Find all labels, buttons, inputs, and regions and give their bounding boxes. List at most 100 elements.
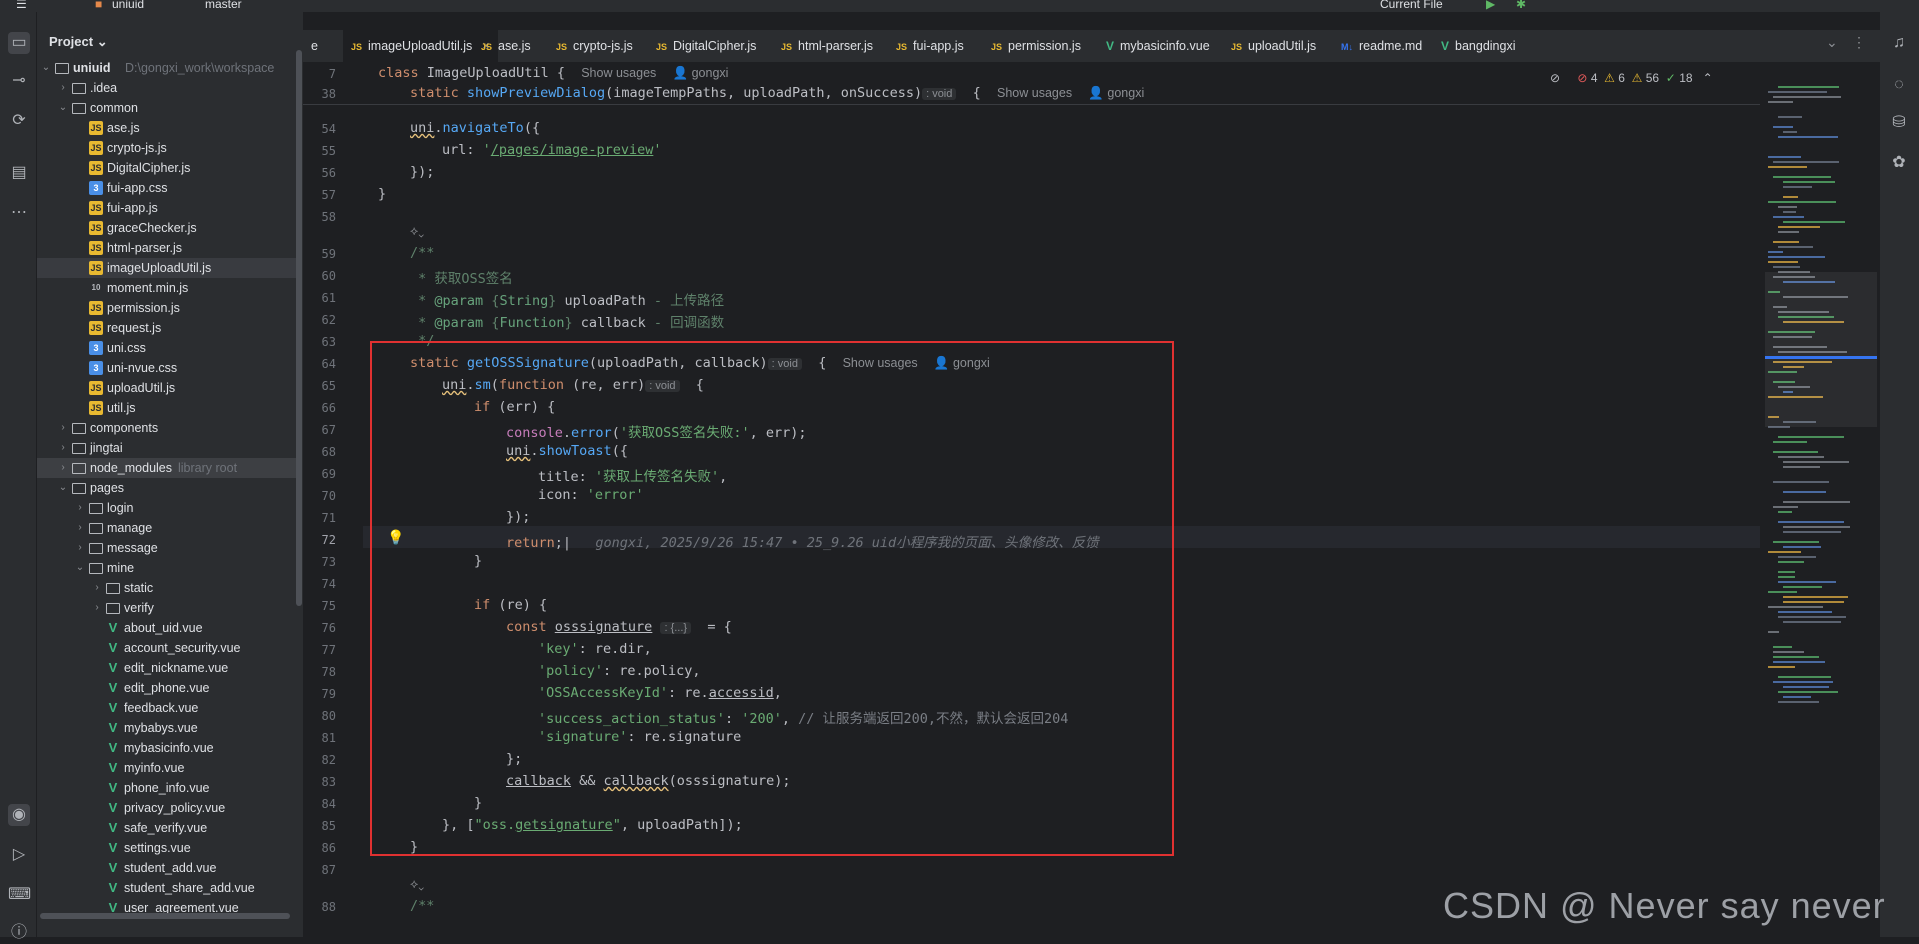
tree-item[interactable]: › jingtai <box>37 438 299 458</box>
tab-mybasicinfo-vue[interactable]: Vmybasicinfo.vue <box>1098 30 1218 62</box>
tree-item[interactable]: › login <box>37 498 299 518</box>
tree-item[interactable]: JS imageUploadUtil.js <box>37 258 299 278</box>
chevron-down-icon[interactable]: ⌄ <box>58 98 68 118</box>
more-icon[interactable]: ⋯ <box>8 202 30 224</box>
tree-item[interactable]: JS util.js <box>37 398 299 418</box>
chevron-right-icon[interactable]: › <box>75 498 85 518</box>
run-icon[interactable]: ▶ <box>1486 0 1495 11</box>
tree-item[interactable]: Vstudent_share_add.vue <box>37 878 299 898</box>
tab-html-parser-js[interactable]: JS html-parser.js <box>773 30 881 62</box>
tree-item[interactable]: JS request.js <box>37 318 299 338</box>
tree-item[interactable]: JS DigitalCipher.js <box>37 158 299 178</box>
tree-item[interactable]: Vabout_uid.vue <box>37 618 299 638</box>
chevron-right-icon[interactable]: › <box>58 438 68 458</box>
tree-item[interactable]: 3 uni-nvue.css <box>37 358 299 378</box>
tab-ase-js[interactable]: JS ase.js <box>473 30 539 62</box>
tree-item[interactable]: JS uploadUtil.js <box>37 378 299 398</box>
chevron-right-icon[interactable]: › <box>58 418 68 438</box>
tab-digitalcipher-js[interactable]: JS DigitalCipher.js <box>648 30 764 62</box>
tree-item[interactable]: ⌄ uniuid D:\gongxi_work\workspace <box>37 58 299 78</box>
services-icon[interactable]: ▷ <box>8 844 30 866</box>
tree-item[interactable]: Vfeedback.vue <box>37 698 299 718</box>
project-panel-title[interactable]: Project ⌄ <box>49 34 108 50</box>
chevron-right-icon[interactable]: › <box>92 578 102 598</box>
reader-mode-icon[interactable]: ⊘ <box>1550 71 1560 85</box>
tree-item[interactable]: › message <box>37 538 299 558</box>
tree-item[interactable]: Vsafe_verify.vue <box>37 818 299 838</box>
chevron-up-icon[interactable]: ⌃ <box>1703 71 1713 85</box>
debug-icon[interactable]: ✱ <box>1516 0 1526 11</box>
tree-item[interactable]: Vedit_phone.vue <box>37 678 299 698</box>
tree-item[interactable]: Vphone_info.vue <box>37 778 299 798</box>
tree-item[interactable]: Vmybabys.vue <box>37 718 299 738</box>
tab-permission-js[interactable]: JS permission.js <box>983 30 1089 62</box>
tree-item[interactable]: › components <box>37 418 299 438</box>
tree-item[interactable]: Vaccount_security.vue <box>37 638 299 658</box>
tab-crypto-js-js[interactable]: JS crypto-js.js <box>548 30 641 62</box>
ai-hint-icon[interactable]: ⟡⌄ <box>410 877 424 892</box>
minimap-viewport[interactable] <box>1765 272 1877 427</box>
code-line: * 获取OSS签名 <box>410 267 513 287</box>
tree-item[interactable]: Vsettings.vue <box>37 838 299 858</box>
tree-item-label: .idea <box>90 78 117 98</box>
tree-item[interactable]: ⌄ common <box>37 98 299 118</box>
chevron-down-icon[interactable]: ⌄ <box>58 478 68 498</box>
project-switcher[interactable]: uniuid <box>112 0 144 11</box>
chevron-down-icon[interactable]: ⌄ <box>75 558 85 578</box>
tree-item[interactable]: › manage <box>37 518 299 538</box>
tree-item[interactable]: JS graceChecker.js <box>37 218 299 238</box>
database-icon[interactable]: ⛁ <box>1888 112 1910 134</box>
ai-chat-icon[interactable]: ◌ <box>1888 74 1910 96</box>
branch-switcher[interactable]: master <box>205 0 242 11</box>
tree-item[interactable]: ⌄ mine <box>37 558 299 578</box>
tab-bangdingxi[interactable]: Vbangdingxi <box>1433 30 1523 62</box>
tree-item[interactable]: 3 uni.css <box>37 338 299 358</box>
tree-item[interactable]: Vmyinfo.vue <box>37 758 299 778</box>
notifications-icon[interactable]: ♫ <box>1888 32 1910 54</box>
tree-item[interactable]: JS html-parser.js <box>37 238 299 258</box>
chevron-right-icon[interactable]: › <box>75 538 85 558</box>
chevron-down-icon[interactable]: ⌄ <box>41 58 51 78</box>
tab-fui-app-js[interactable]: JS fui-app.js <box>888 30 972 62</box>
tree-item[interactable]: JS fui-app.js <box>37 198 299 218</box>
terminal-icon[interactable]: ⌨ <box>8 884 30 906</box>
plugin-icon[interactable]: ✿ <box>1888 152 1910 174</box>
tree-item[interactable]: Vedit_nickname.vue <box>37 658 299 678</box>
project-vertical-scrollbar[interactable] <box>296 50 302 606</box>
tree-item[interactable]: Vstudent_add.vue <box>37 858 299 878</box>
chevron-right-icon[interactable]: › <box>58 458 68 478</box>
project-horizontal-scrollbar[interactable] <box>40 913 290 919</box>
ai-assistant-icon[interactable]: ◉ <box>8 804 30 826</box>
tree-item[interactable]: JS ase.js <box>37 118 299 138</box>
problems-icon[interactable]: ⓘ <box>8 922 30 944</box>
structure-icon[interactable]: ▤ <box>8 162 30 184</box>
folder-icon[interactable]: ▭ <box>8 32 30 54</box>
ai-hint-icon[interactable]: ⟡⌄ <box>410 224 424 239</box>
tree-item[interactable]: Vmybasicinfo.vue <box>37 738 299 758</box>
minimap[interactable] <box>1760 62 1878 937</box>
inspection-indicators[interactable]: ⊘ ⊘ 4 ⚠ 6 ⚠ 56 ✓ 18 ⌃ <box>1550 71 1713 85</box>
run-config-selector[interactable]: Current File <box>1380 0 1443 11</box>
pull-requests-icon[interactable]: ⟳ <box>8 110 30 132</box>
tree-item[interactable]: › static <box>37 578 299 598</box>
tree-item[interactable]: › .idea <box>37 78 299 98</box>
tree-item[interactable]: › node_modules library root <box>37 458 299 478</box>
chevron-right-icon[interactable]: › <box>75 518 85 538</box>
tree-item[interactable]: Vprivacy_policy.vue <box>37 798 299 818</box>
tree-item[interactable]: JS permission.js <box>37 298 299 318</box>
chevron-right-icon[interactable]: › <box>92 598 102 618</box>
tab-readme-md[interactable]: M↓ readme.md <box>1333 30 1430 62</box>
tree-item[interactable]: 10 moment.min.js <box>37 278 299 298</box>
tree-item[interactable]: › verify <box>37 598 299 618</box>
tree-item[interactable]: ⌄ pages <box>37 478 299 498</box>
commit-icon[interactable]: ⊸ <box>8 70 30 92</box>
tab-actions-icon[interactable]: ⋮ <box>1852 34 1866 51</box>
app-menu-icon[interactable]: ☰ <box>16 0 27 11</box>
tabs-dropdown-icon[interactable]: ⌄ <box>1826 34 1838 51</box>
tab-e[interactable]: e <box>303 30 326 62</box>
chevron-right-icon[interactable]: › <box>58 78 68 98</box>
tab-uploadutil-js[interactable]: JS uploadUtil.js <box>1223 30 1324 62</box>
tree-item[interactable]: JS crypto-js.js <box>37 138 299 158</box>
sticky-scroll-header[interactable]: 7 class ImageUploadUtil { Show usages 👤 … <box>303 62 1763 105</box>
tree-item[interactable]: 3 fui-app.css <box>37 178 299 198</box>
